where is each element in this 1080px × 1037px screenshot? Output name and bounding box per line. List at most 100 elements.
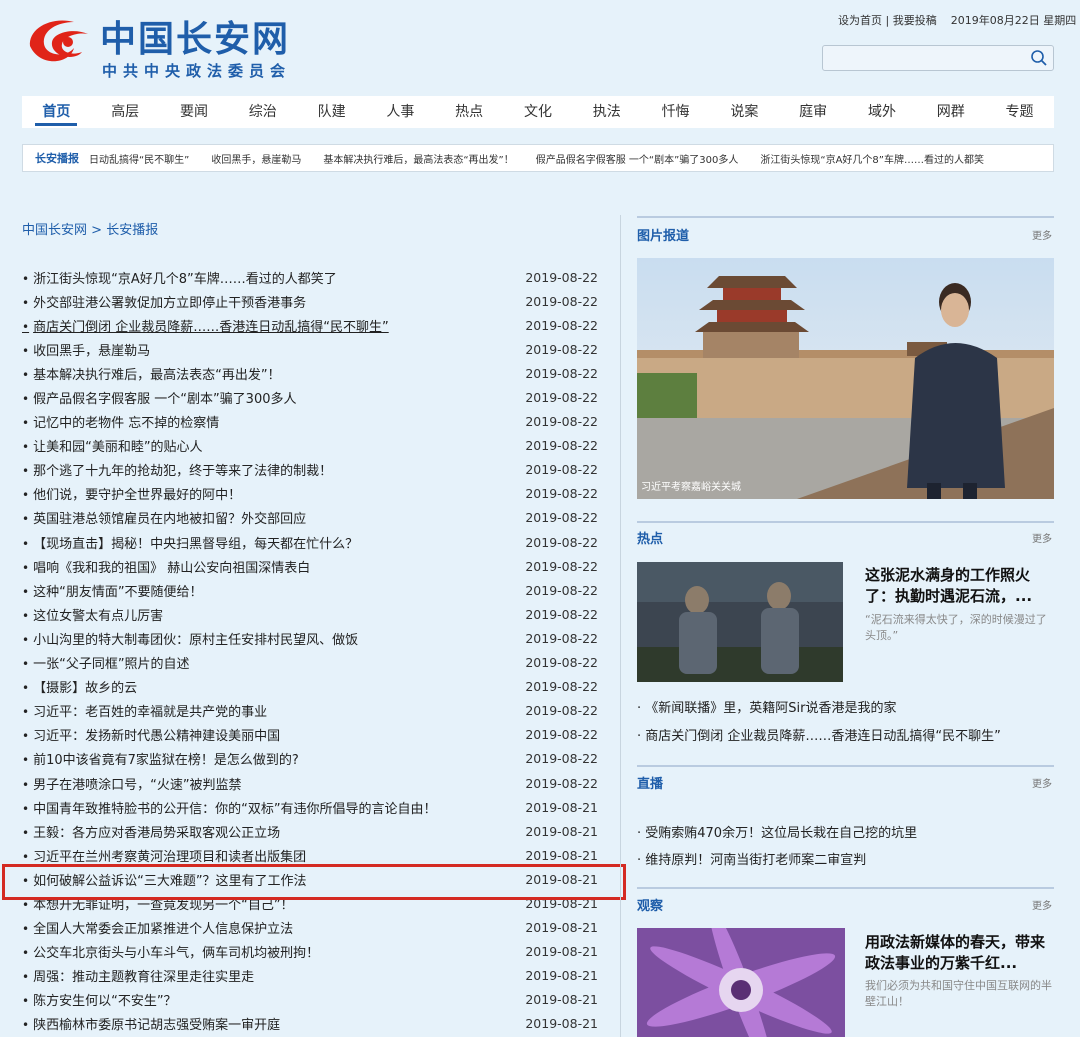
nav-governance[interactable]: 综治 [228,96,297,128]
news-item-title[interactable]: 让美和园“美丽和睦”的贴心人 [22,436,202,455]
news-item[interactable]: 前10中该省竟有7家监狱在榜！是怎么做到的? 2019-08-22 [22,747,602,771]
news-item[interactable]: 【摄影】故乡的云 2019-08-22 [22,675,602,699]
nav-culture[interactable]: 文化 [504,96,573,128]
nav-trials[interactable]: 庭审 [779,96,848,128]
news-item[interactable]: 男子在港喷涂口号，“火速”被判监禁 2019-08-22 [22,771,602,795]
news-item-title[interactable]: 浙江街头惊现“京A好几个8”车牌……看过的人都笑了 [22,268,337,287]
hot-more-link[interactable]: 更多 [1032,530,1052,545]
news-item-title[interactable]: 一张“父子同框”照片的自述 [22,653,189,672]
news-item[interactable]: 这种“朋友情面”不要随便给！ 2019-08-22 [22,578,602,602]
news-item[interactable]: 记忆中的老物件 忘不掉的检察情 2019-08-22 [22,410,602,434]
search-input[interactable] [823,46,1035,70]
nav-law-enforcement[interactable]: 执法 [572,96,641,128]
observe-section-title[interactable]: 观察 [637,895,663,914]
news-item-title[interactable]: 外交部驻港公署敦促加方立即停止干预香港事务 [22,292,306,311]
nav-leadership[interactable]: 高层 [91,96,160,128]
hot-news-image[interactable] [637,562,843,682]
site-logo-icon[interactable] [22,12,96,74]
observe-headline[interactable]: 用政法新媒体的春天，带来政法事业的万紫千红... [865,932,1055,974]
ticker-item[interactable]: 假产品假名字假客服 一个“剧本”骗了300多人 [536,151,739,166]
ticker-item[interactable]: 日动乱搞得“民不聊生” [89,151,189,166]
news-item-title[interactable]: 全国人大常委会正加紧推进个人信息保护立法 [22,918,293,937]
live-link[interactable]: · 维持原判！河南当街打老师案二审宣判 [637,849,866,868]
news-item-title[interactable]: 本想开无罪证明，一查竟发现另一个“自己”！ [22,894,293,913]
nav-topics[interactable]: 专题 [985,96,1054,128]
nav-personnel[interactable]: 人事 [366,96,435,128]
news-item[interactable]: 公交车北京街头与小车斗气，俩车司机均被刑拘！ 2019-08-21 [22,940,602,964]
live-more-link[interactable]: 更多 [1032,775,1052,790]
news-item[interactable]: 习近平：老百姓的幸福就是共产党的事业 2019-08-22 [22,699,602,723]
news-item-title[interactable]: 公交车北京街头与小车斗气，俩车司机均被刑拘！ [22,942,319,961]
news-item[interactable]: 浙江街头惊现“京A好几个8”车牌……看过的人都笑了 2019-08-22 [22,265,602,289]
news-item[interactable]: 那个逃了十九年的抢劫犯，终于等来了法律的制裁！ 2019-08-22 [22,458,602,482]
ticker-item[interactable]: 基本解决执行难后，最高法表态“再出发”！ [323,151,513,166]
news-item-title[interactable]: 这位女警太有点儿厉害 [22,605,163,624]
photo-section-title[interactable]: 图片报道 [637,225,689,244]
news-item-title[interactable]: 中国青年致推特脸书的公开信：你的“双标”有违你所倡导的言论自由！ [22,798,436,817]
nav-home[interactable]: 首页 [22,96,91,128]
news-item-title[interactable]: 习近平：发扬新时代愚公精神建设美丽中国 [22,725,280,744]
news-item-title[interactable]: 王毅：各方应对香港局势采取客观公正立场 [22,822,280,841]
news-item[interactable]: 本想开无罪证明，一查竟发现另一个“自己”！ 2019-08-21 [22,891,602,915]
news-item[interactable]: 这位女警太有点儿厉害 2019-08-22 [22,602,602,626]
news-item[interactable]: 英国驻港总领馆雇员在内地被扣留？外交部回应 2019-08-22 [22,506,602,530]
news-item-title[interactable]: 小山沟里的特大制毒团伙：原村主任安排村民望风、做饭 [22,629,358,648]
nav-team[interactable]: 队建 [297,96,366,128]
news-item-title[interactable]: 商店关门倒闭 企业裁员降薪……香港连日动乱搞得“民不聊生” [22,316,389,335]
breadcrumb-current[interactable]: 长安播报 [106,223,158,238]
news-item[interactable]: 一张“父子同框”照片的自述 2019-08-22 [22,651,602,675]
hot-headline[interactable]: 这张泥水满身的工作照火了：执勤时遇泥石流，... [865,565,1055,607]
news-item[interactable]: 全国人大常委会正加紧推进个人信息保护立法 2019-08-21 [22,916,602,940]
live-link[interactable]: · 受贿索贿470余万！这位局长栽在自己挖的坑里 [637,822,917,841]
site-logo-title[interactable]: 中国长安网 [100,10,290,62]
news-item-title[interactable]: 那个逃了十九年的抢劫犯，终于等来了法律的制裁！ [22,460,332,479]
news-item[interactable]: 让美和园“美丽和睦”的贴心人 2019-08-22 [22,434,602,458]
news-item[interactable]: 陈方安生何以“不安生”？ 2019-08-21 [22,988,602,1012]
news-item[interactable]: 习近平：发扬新时代愚公精神建设美丽中国 2019-08-22 [22,723,602,747]
nav-confession[interactable]: 忏悔 [641,96,710,128]
news-item[interactable]: 陕西榆林市委原书记胡志强受贿案一审开庭 2019-08-21 [22,1012,602,1036]
news-item[interactable]: 唱响《我和我的祖国》 赫山公安向祖国深情表白 2019-08-22 [22,554,602,578]
news-item-title[interactable]: 前10中该省竟有7家监狱在榜！是怎么做到的? [22,749,299,768]
news-item[interactable]: 商店关门倒闭 企业裁员降薪……香港连日动乱搞得“民不聊生” 2019-08-22 [22,313,602,337]
news-item[interactable]: 小山沟里的特大制毒团伙：原村主任安排村民望风、做饭 2019-08-22 [22,626,602,650]
ticker-item[interactable]: 浙江街头惊现“京A好几个8”车牌……看过的人都笑 [760,151,984,166]
ticker-item[interactable]: 收回黑手，悬崖勒马 [211,151,301,166]
news-item-title[interactable]: 陕西榆林市委原书记胡志强受贿案一审开庭 [22,1014,280,1033]
news-item-title[interactable]: 男子在港喷涂口号，“火速”被判监禁 [22,774,241,793]
nav-hot[interactable]: 热点 [435,96,504,128]
submit-article-link[interactable]: 我要投稿 [893,14,937,27]
news-item-title[interactable]: 陈方安生何以“不安生”？ [22,990,176,1009]
hot-link[interactable]: · 商店关门倒闭 企业裁员降薪……香港连日动乱搞得“民不聊生” [637,725,1001,744]
news-item[interactable]: 基本解决执行难后，最高法表态“再出发”！ 2019-08-22 [22,361,602,385]
nav-news[interactable]: 要闻 [160,96,229,128]
news-item-title[interactable]: 周强：推动主题教育往深里走往实里走 [22,966,254,985]
nav-web-group[interactable]: 网群 [916,96,985,128]
photo-more-link[interactable]: 更多 [1032,227,1052,242]
search-icon[interactable] [1030,49,1048,67]
news-item[interactable]: 外交部驻港公署敦促加方立即停止干预香港事务 2019-08-22 [22,289,602,313]
news-item[interactable]: 周强：推动主题教育往深里走往实里走 2019-08-21 [22,964,602,988]
news-item[interactable]: 【现场直击】揭秘！中央扫黑督导组，每天都在忙什么？ 2019-08-22 [22,530,602,554]
news-item[interactable]: 如何破解公益诉讼“三大难题”？这里有了工作法 2019-08-21 [22,867,602,891]
news-item-title[interactable]: 唱响《我和我的祖国》 赫山公安向祖国深情表白 [22,557,310,576]
hot-link[interactable]: · 《新闻联播》里，英籍阿Sir说香港是我的家 [637,697,896,716]
news-item-title[interactable]: 【摄影】故乡的云 [22,677,137,696]
nav-abroad[interactable]: 域外 [848,96,917,128]
news-item[interactable]: 假产品假名字假客服 一个“剧本”骗了300多人 2019-08-22 [22,385,602,409]
news-item[interactable]: 他们说，要守护全世界最好的阿中！ 2019-08-22 [22,482,602,506]
news-item-title[interactable]: 基本解决执行难后，最高法表态“再出发”！ [22,364,280,383]
news-item-title[interactable]: 【现场直击】揭秘！中央扫黑督导组，每天都在忙什么？ [22,533,358,552]
news-item-title[interactable]: 他们说，要守护全世界最好的阿中！ [22,484,241,503]
breadcrumb-home[interactable]: 中国长安网 [22,223,87,238]
news-item-title[interactable]: 如何破解公益诉讼“三大难题”？这里有了工作法 [22,870,306,889]
news-item-title[interactable]: 习近平在兰州考察黄河治理项目和读者出版集团 [22,846,306,865]
news-item-title[interactable]: 收回黑手，悬崖勒马 [22,340,150,359]
news-item-title[interactable]: 记忆中的老物件 忘不掉的检察情 [22,412,219,431]
photo-main-image[interactable] [637,258,1054,499]
news-item-title[interactable]: 英国驻港总领馆雇员在内地被扣留？外交部回应 [22,508,306,527]
news-item-title[interactable]: 假产品假名字假客服 一个“剧本”骗了300多人 [22,388,296,407]
news-item-title[interactable]: 这种“朋友情面”不要随便给！ [22,581,202,600]
news-item[interactable]: 中国青年致推特脸书的公开信：你的“双标”有违你所倡导的言论自由！ 2019-08-… [22,795,602,819]
news-item[interactable]: 收回黑手，悬崖勒马 2019-08-22 [22,337,602,361]
